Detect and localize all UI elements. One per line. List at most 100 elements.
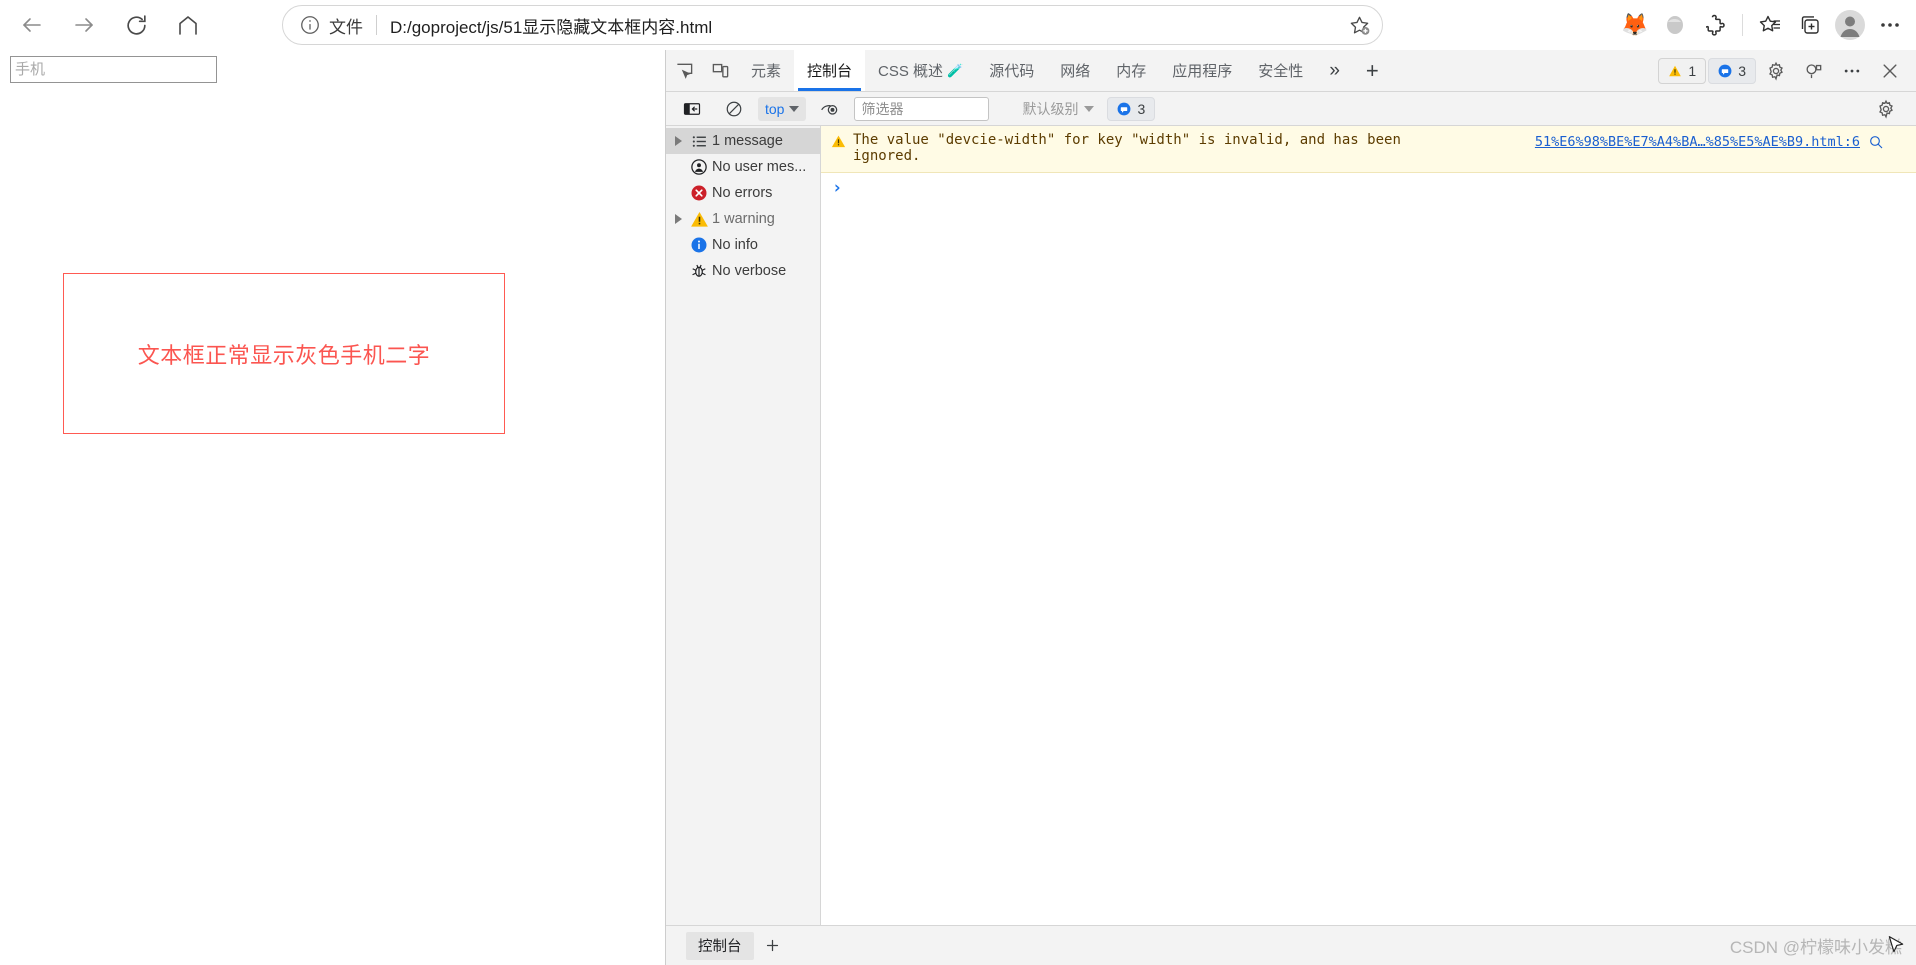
sidebar-item-messages[interactable]: 1 message (666, 128, 820, 154)
sidebar-item-label: No info (712, 237, 758, 253)
live-expression-button[interactable] (812, 99, 848, 119)
drawer-add-tab-button[interactable] (758, 932, 788, 960)
sidebar-item-warnings[interactable]: 1 warning (666, 206, 820, 232)
bug-glyph-icon (692, 264, 706, 277)
back-button[interactable] (12, 5, 52, 45)
profile-avatar-icon[interactable] (1830, 5, 1870, 45)
list-icon (686, 133, 712, 150)
console-prompt[interactable]: › (821, 172, 1916, 203)
more-dots-icon (1844, 69, 1860, 72)
console-filter-input[interactable] (854, 96, 990, 121)
message-bubble-icon (1118, 102, 1131, 115)
sidebar-item-user-messages[interactable]: No user mes... (666, 154, 820, 180)
console-body: 1 message No user mes... No errors 1 war… (666, 126, 1916, 925)
devtools-customize-button[interactable] (1796, 61, 1832, 81)
device-toolbar-button[interactable] (702, 50, 738, 91)
inspect-element-button[interactable] (666, 50, 702, 91)
extension-wallet-icon[interactable] (1655, 5, 1695, 45)
tab-label: 网络 (1060, 63, 1091, 80)
console-warning-message[interactable]: The value "devcie-width" for key "width"… (821, 126, 1916, 173)
warning-icon (686, 210, 712, 229)
settings-more-icon[interactable] (1870, 5, 1910, 45)
devtools-drawer: 控制台 CSDN @柠檬味小发糕 (666, 925, 1916, 965)
add-favorite-button[interactable] (1342, 8, 1376, 42)
inspect-cursor-icon (676, 63, 692, 79)
message-count-badge[interactable]: 3 (1708, 57, 1756, 84)
sidebar-item-errors[interactable]: No errors (666, 180, 820, 206)
sidebar-item-info[interactable]: No info (666, 232, 820, 258)
tab-security[interactable]: 安全性 (1245, 50, 1316, 91)
experiment-flask-icon: 🧪 (947, 62, 964, 78)
forward-button[interactable] (64, 5, 104, 45)
issues-count: 3 (1137, 100, 1146, 117)
star-plus-icon (1350, 16, 1369, 35)
execution-context-selector[interactable]: top (758, 96, 807, 121)
prompt-caret-icon: › (832, 177, 843, 198)
console-settings-area (1868, 99, 1908, 119)
extension-fox-icon[interactable]: 🦊 (1615, 5, 1655, 45)
execution-context-value: top (765, 100, 785, 117)
log-level-value: 默认级别 (1022, 100, 1079, 117)
search-icon[interactable] (1868, 134, 1884, 150)
more-tabs-button[interactable]: » (1316, 50, 1353, 91)
home-button[interactable] (168, 5, 208, 45)
gear-icon (1879, 99, 1893, 119)
reload-button[interactable] (116, 5, 156, 45)
favorites-list-icon[interactable] (1750, 5, 1790, 45)
web-page-viewport: 文本框正常显示灰色手机二字 (0, 50, 665, 965)
info-icon (686, 236, 712, 254)
omnibox-divider (376, 15, 377, 35)
sidebar-item-label: 1 warning (712, 211, 775, 227)
devtools-close-button[interactable] (1872, 61, 1908, 81)
tab-elements[interactable]: 元素 (738, 50, 794, 91)
console-output: The value "devcie-width" for key "width"… (821, 126, 1916, 925)
dots-menu-icon (1806, 63, 1822, 78)
tab-label: 源代码 (989, 63, 1035, 80)
log-level-selector[interactable]: 默认级别 (1015, 97, 1101, 121)
tab-label: 控制台 (807, 63, 853, 80)
address-bar[interactable]: 文件 D:/goproject/js/51显示隐藏文本框内容.html (282, 5, 1383, 45)
warning-count-badge[interactable]: 1 (1658, 57, 1707, 84)
tab-sources[interactable]: 源代码 (976, 50, 1047, 91)
expand-arrow-icon[interactable] (670, 214, 686, 224)
close-icon (1883, 63, 1897, 78)
sidebar-item-label: No user mes... (712, 159, 807, 175)
info-circle-icon (691, 237, 707, 253)
tab-network[interactable]: 网络 (1047, 50, 1103, 91)
console-issues-badge[interactable]: 3 (1107, 96, 1156, 121)
add-tab-button[interactable]: + (1353, 50, 1392, 91)
phone-input[interactable] (10, 56, 217, 83)
tab-memory[interactable]: 内存 (1103, 50, 1159, 91)
clear-console-button[interactable] (716, 100, 752, 118)
warning-triangle-icon (1669, 65, 1682, 76)
extensions-puzzle-icon[interactable] (1695, 5, 1735, 45)
tab-label: 内存 (1116, 63, 1147, 80)
expand-arrow-icon[interactable] (670, 136, 686, 146)
tab-application[interactable]: 应用程序 (1159, 50, 1245, 91)
url-scheme-label: 文件 (329, 17, 363, 37)
plus-icon: + (1365, 57, 1379, 83)
console-settings-button[interactable] (1868, 99, 1904, 119)
url-text[interactable]: D:/goproject/js/51显示隐藏文本框内容.html (390, 13, 1342, 38)
reload-icon (126, 14, 146, 35)
devtools-tabbar-right: 1 3 (1658, 50, 1916, 91)
wallet-glyph-icon (1667, 16, 1683, 34)
tab-label: 安全性 (1258, 63, 1304, 80)
toolbar-divider (1742, 14, 1743, 36)
devtools-settings-button[interactable] (1758, 61, 1794, 81)
drawer-tab-console[interactable]: 控制台 (686, 931, 754, 960)
console-sidebar-toggle-button[interactable] (674, 100, 710, 118)
sidebar-item-verbose[interactable]: No verbose (666, 258, 820, 284)
devtools-more-button[interactable] (1834, 61, 1870, 81)
info-icon[interactable] (299, 14, 321, 36)
collections-icon[interactable] (1790, 5, 1830, 45)
console-source-link[interactable]: 51%E6%98%BE%E7%A4%BA…%85%E5%AE%B9.html:6 (1535, 134, 1860, 150)
back-arrow-icon (23, 18, 41, 32)
forward-arrow-icon (75, 18, 93, 32)
tab-console[interactable]: 控制台 (794, 50, 866, 91)
collections-add-icon (1801, 16, 1819, 34)
message-bubble-icon (1718, 64, 1732, 77)
tab-css-overview[interactable]: CSS 概述 🧪 (865, 50, 976, 91)
list-glyph-icon (692, 135, 706, 147)
home-icon (179, 16, 197, 35)
